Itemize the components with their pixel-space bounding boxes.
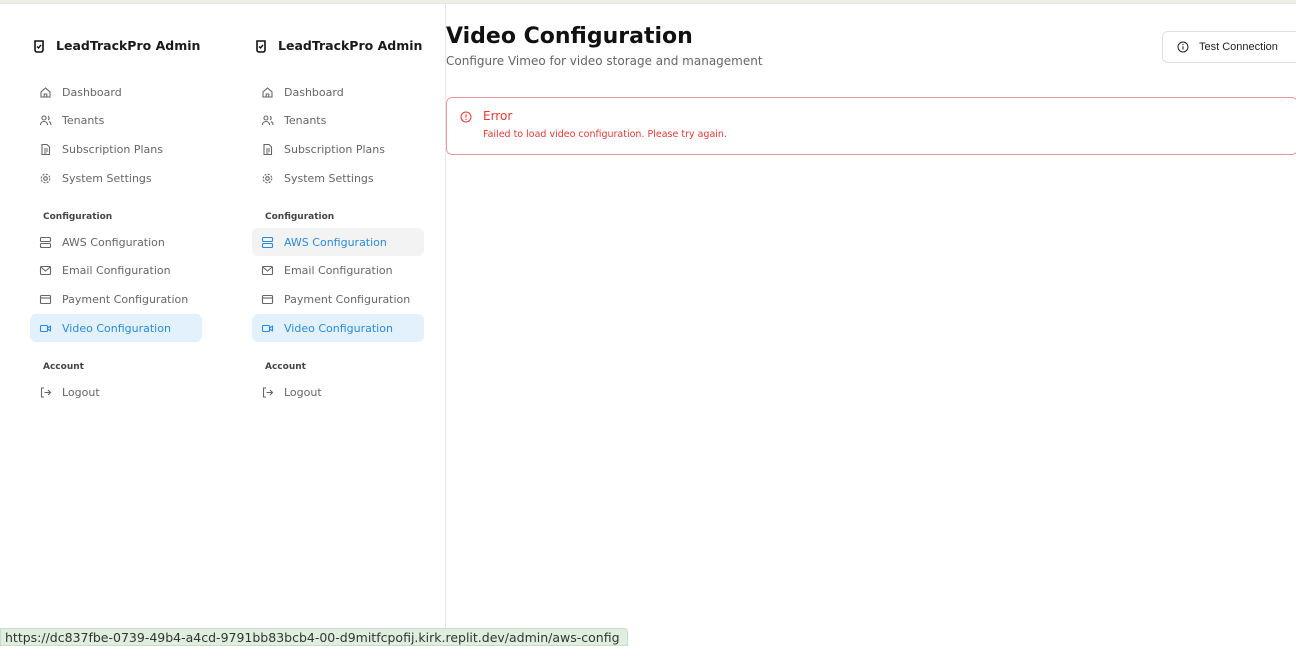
- sidebar-item-logout[interactable]: Logout: [30, 378, 202, 406]
- users-icon: [39, 114, 52, 127]
- home-icon: [39, 86, 52, 99]
- sidebar-item-email-configuration[interactable]: Email Configuration: [30, 257, 202, 285]
- sidebar-item-payment-configuration[interactable]: Payment Configuration: [30, 285, 202, 313]
- sidebar-item-label: Tenants: [62, 114, 105, 128]
- sidebar-nav: Dashboard Tenants Subscription Plans Sys…: [30, 78, 202, 407]
- sidebar-item-label: Email Configuration: [62, 264, 171, 278]
- sidebar-item-video-configuration[interactable]: Video Configuration: [252, 314, 424, 343]
- sidebar-item-system-settings[interactable]: System Settings: [30, 164, 202, 192]
- info-icon: [1177, 41, 1189, 53]
- sidebar-item-dashboard[interactable]: Dashboard: [252, 78, 424, 106]
- sidebar-item-label: Subscription Plans: [62, 142, 163, 156]
- sidebar-item-label: Tenants: [284, 114, 327, 128]
- alert-circle-icon: [460, 111, 472, 123]
- test-connection-label: Test Connection: [1199, 41, 1278, 53]
- sidebar-item-dashboard[interactable]: Dashboard: [30, 78, 202, 106]
- gear-icon: [39, 172, 52, 185]
- brand-name: LeadTrackPro Admin: [56, 38, 201, 53]
- shield-icon: [32, 39, 46, 53]
- file-icon: [261, 143, 274, 156]
- sidebar-item-tenants[interactable]: Tenants: [252, 107, 424, 135]
- server-icon: [39, 236, 52, 249]
- sidebar-item-label: Video Configuration: [62, 321, 171, 335]
- sidebar-item-subscription-plans[interactable]: Subscription Plans: [252, 135, 424, 163]
- sidebar-item-label: Dashboard: [284, 85, 344, 99]
- section-label-configuration: Configuration: [43, 212, 113, 223]
- sidebar-secondary: LeadTrackPro Admin Dashboard Tenants Sub…: [222, 4, 446, 646]
- sidebar-item-label: Payment Configuration: [284, 292, 411, 306]
- sidebar-item-payment-configuration[interactable]: Payment Configuration: [252, 285, 424, 313]
- shield-icon: [254, 39, 268, 53]
- sidebar-item-email-configuration[interactable]: Email Configuration: [252, 257, 424, 285]
- sidebar-item-label: Logout: [62, 385, 100, 399]
- brand[interactable]: LeadTrackPro Admin: [32, 38, 200, 53]
- brand-name: LeadTrackPro Admin: [278, 38, 423, 53]
- server-icon: [261, 236, 274, 249]
- section-label-configuration: Configuration: [265, 212, 335, 223]
- video-icon: [39, 322, 52, 335]
- sidebar-item-label: Payment Configuration: [62, 292, 189, 306]
- sidebar-item-label: Subscription Plans: [284, 142, 385, 156]
- logout-icon: [261, 386, 274, 399]
- main-content: Video Configuration Configure Vimeo for …: [446, 4, 1296, 646]
- sidebar-item-label: AWS Configuration: [284, 235, 387, 249]
- page-subtitle: Configure Vimeo for video storage and ma…: [446, 54, 763, 68]
- sidebar-item-logout[interactable]: Logout: [252, 378, 424, 406]
- error-message: Failed to load video configuration. Plea…: [483, 129, 727, 140]
- sidebar-item-aws-configuration[interactable]: AWS Configuration: [30, 228, 202, 256]
- page-title: Video Configuration: [446, 24, 693, 49]
- home-icon: [261, 86, 274, 99]
- sidebar-item-subscription-plans[interactable]: Subscription Plans: [30, 135, 202, 163]
- users-icon: [261, 114, 274, 127]
- status-bar-url: https://dc837fbe-0739-49b4-a4cd-9791bb83…: [0, 628, 628, 646]
- sidebar-item-label: AWS Configuration: [62, 235, 165, 249]
- file-icon: [39, 143, 52, 156]
- mail-icon: [39, 264, 52, 277]
- error-alert: Error Failed to load video configuration…: [446, 97, 1296, 155]
- section-label-account: Account: [265, 362, 306, 373]
- gear-icon: [261, 172, 274, 185]
- sidebar-item-label: System Settings: [62, 171, 152, 185]
- sidebar-primary: LeadTrackPro Admin Dashboard Tenants Sub…: [0, 4, 224, 646]
- sidebar-item-label: System Settings: [284, 171, 374, 185]
- video-icon: [261, 322, 274, 335]
- error-title: Error: [483, 109, 513, 123]
- sidebar-nav: Dashboard Tenants Subscription Plans Sys…: [252, 78, 424, 407]
- mail-icon: [261, 264, 274, 277]
- sidebar-item-label: Email Configuration: [284, 264, 393, 278]
- test-connection-button[interactable]: Test Connection: [1162, 31, 1296, 63]
- sidebar-item-aws-configuration[interactable]: AWS Configuration: [252, 228, 424, 257]
- credit-card-icon: [261, 293, 274, 306]
- sidebar-item-system-settings[interactable]: System Settings: [252, 164, 424, 192]
- logout-icon: [39, 386, 52, 399]
- sidebar-item-label: Logout: [284, 385, 322, 399]
- brand[interactable]: LeadTrackPro Admin: [254, 38, 422, 53]
- sidebar-item-video-configuration[interactable]: Video Configuration: [30, 314, 202, 343]
- section-label-account: Account: [43, 362, 84, 373]
- sidebar-item-label: Dashboard: [62, 85, 122, 99]
- credit-card-icon: [39, 293, 52, 306]
- sidebar-item-label: Video Configuration: [284, 321, 393, 335]
- sidebar-item-tenants[interactable]: Tenants: [30, 107, 202, 135]
